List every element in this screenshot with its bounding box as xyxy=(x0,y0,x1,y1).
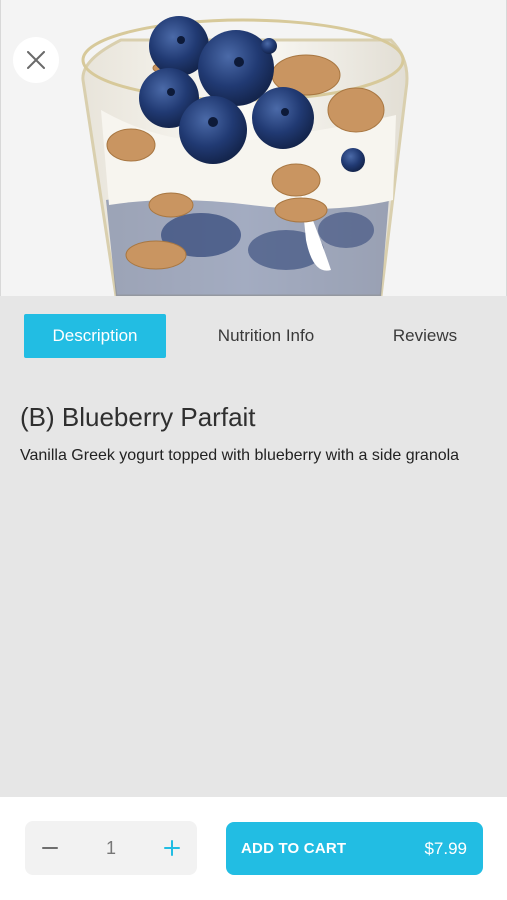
product-description: Vanilla Greek yogurt topped with blueber… xyxy=(20,447,460,464)
parfait-illustration xyxy=(81,16,409,296)
product-image xyxy=(0,0,507,296)
cart-price: $7.99 xyxy=(424,838,467,858)
decrease-quantity-button[interactable] xyxy=(39,837,61,859)
tab-nutrition-info[interactable]: Nutrition Info xyxy=(196,314,336,358)
close-icon xyxy=(27,51,45,69)
tab-description[interactable]: Description xyxy=(24,314,166,358)
tab-bar: Description Nutrition Info Reviews xyxy=(0,296,507,378)
minus-icon xyxy=(42,847,58,849)
tab-reviews[interactable]: Reviews xyxy=(370,314,480,358)
add-to-cart-button[interactable]: ADD TO CART $7.99 xyxy=(226,822,483,875)
bottom-action-bar: 1 ADD TO CART $7.99 xyxy=(0,797,507,900)
close-button[interactable] xyxy=(13,37,59,83)
quantity-stepper: 1 xyxy=(25,821,197,875)
tab-label: Nutrition Info xyxy=(217,326,315,345)
quantity-value: 1 xyxy=(105,837,116,858)
tab-label: Reviews xyxy=(392,326,458,345)
increase-quantity-button[interactable] xyxy=(161,837,183,859)
plus-icon xyxy=(163,840,180,856)
product-title: (B) Blueberry Parfait xyxy=(20,402,256,432)
add-to-cart-label: ADD TO CART xyxy=(241,840,347,857)
tab-label: Description xyxy=(52,326,138,345)
